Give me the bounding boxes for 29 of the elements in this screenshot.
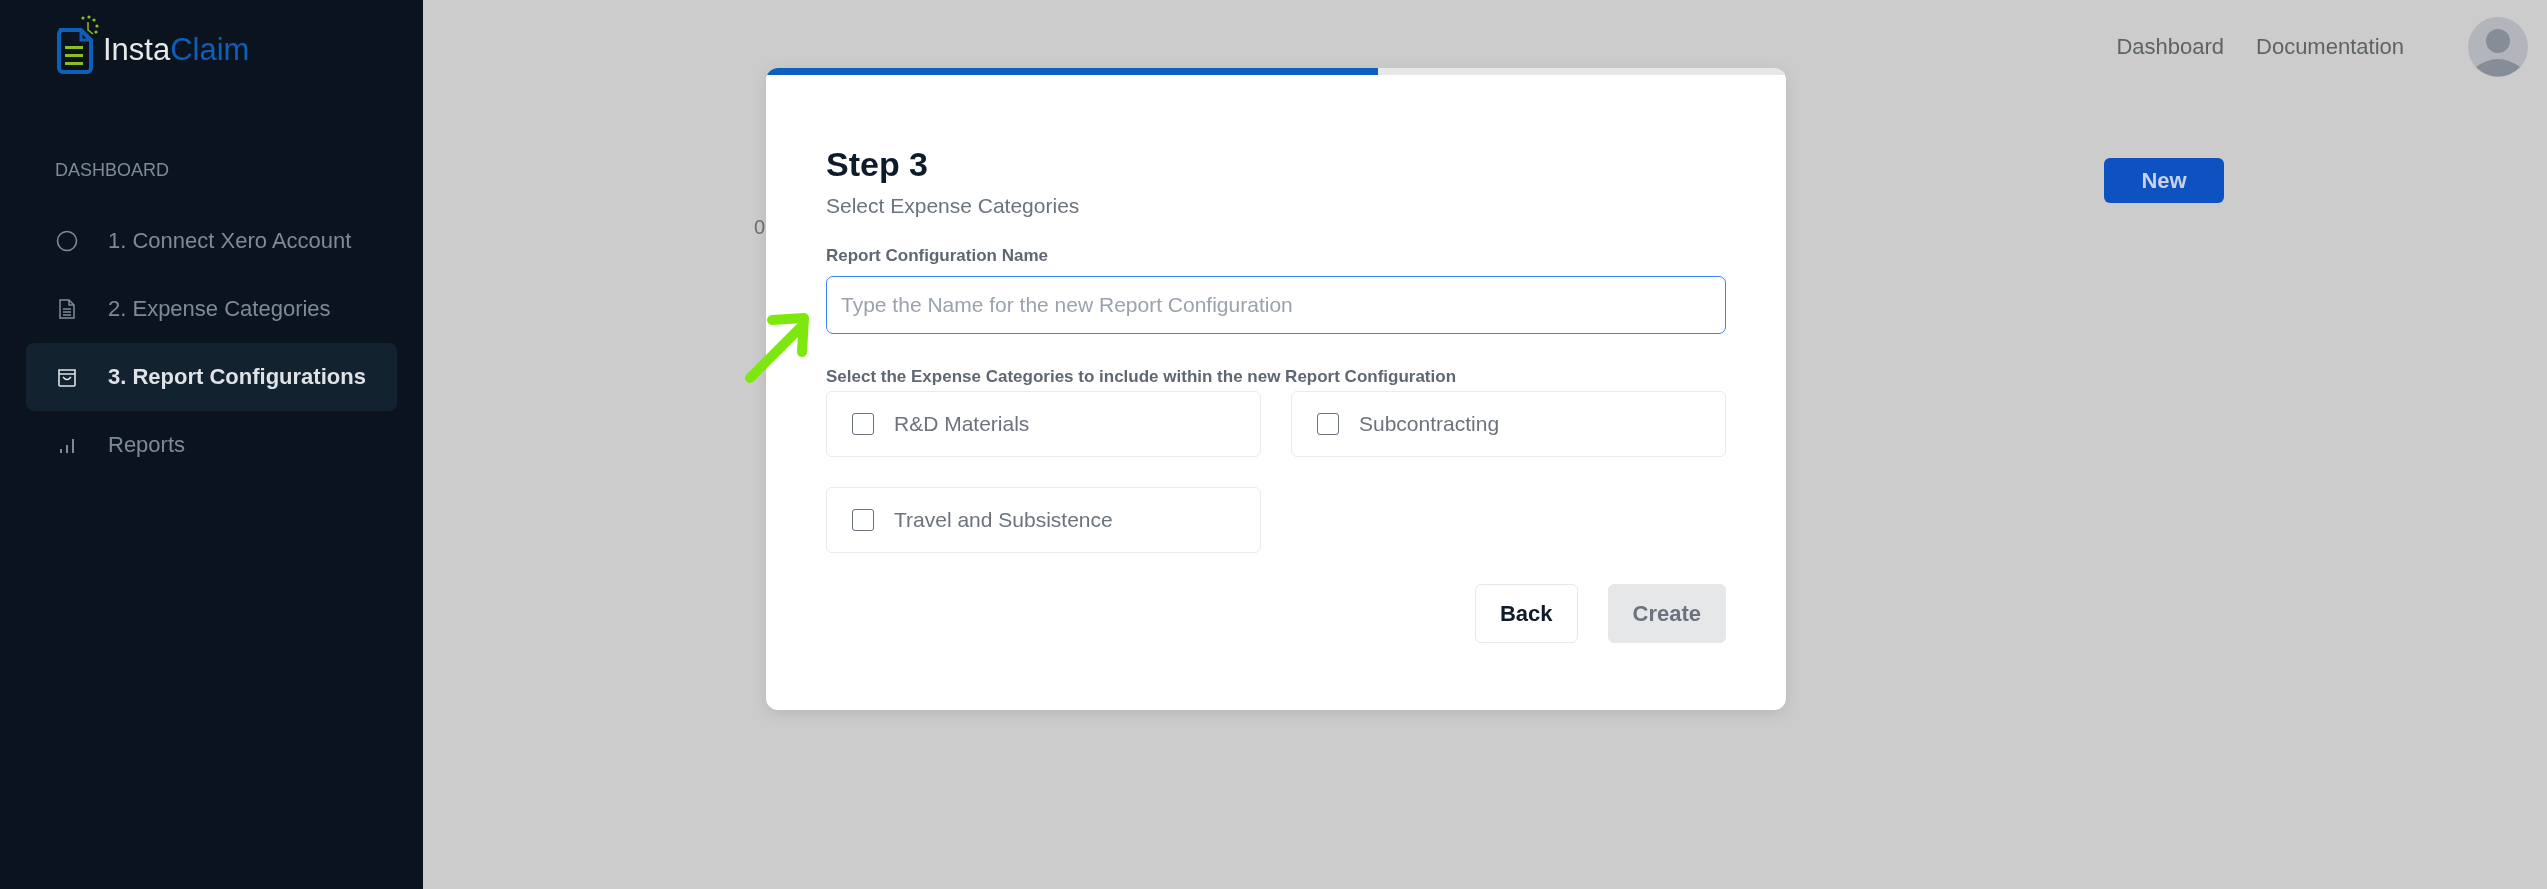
checkbox[interactable] — [852, 413, 874, 435]
sidebar-item[interactable]: 3. Report Configurations — [26, 343, 397, 411]
sidebar-item[interactable]: Reports — [26, 411, 397, 479]
document-icon — [56, 298, 78, 320]
category-option[interactable]: Travel and Subsistence — [826, 487, 1261, 553]
back-button[interactable]: Back — [1474, 584, 1578, 643]
logo-icon — [55, 14, 101, 76]
bag-icon — [56, 366, 78, 388]
category-option[interactable]: Subcontracting — [1291, 391, 1726, 457]
nav-link[interactable]: Dashboard — [2116, 34, 2224, 60]
circle-icon — [56, 230, 78, 252]
checkbox[interactable] — [852, 509, 874, 531]
page-subtitle: 0 — [754, 216, 766, 239]
category-label: Travel and Subsistence — [894, 508, 1113, 532]
category-label: R&D Materials — [894, 412, 1030, 436]
category-label: Subcontracting — [1359, 412, 1500, 436]
field-label: Select the Expense Categories to include within the new Report Configuration — [826, 367, 1458, 387]
category-option[interactable]: R&D Materials — [826, 391, 1261, 457]
step-subtitle: Select Expense Categories — [826, 194, 1081, 218]
sidebar-item[interactable]: 2. Expense Categories — [26, 275, 397, 343]
checkbox[interactable] — [1317, 413, 1339, 435]
field-label: Report Configuration Name — [826, 246, 1049, 266]
logo-text: InstaClaim — [103, 32, 250, 68]
section-heading: DASHBOARD — [54, 159, 171, 181]
new-button[interactable]: New — [2104, 158, 2224, 203]
name-input-field[interactable]: Type the Name for the new Report Configuration — [826, 276, 1726, 334]
step-title: Step 3 — [826, 145, 930, 184]
sidebar-item[interactable]: 1. Connect Xero Account — [26, 207, 397, 275]
nav-link[interactable]: Documentation — [2256, 34, 2404, 60]
